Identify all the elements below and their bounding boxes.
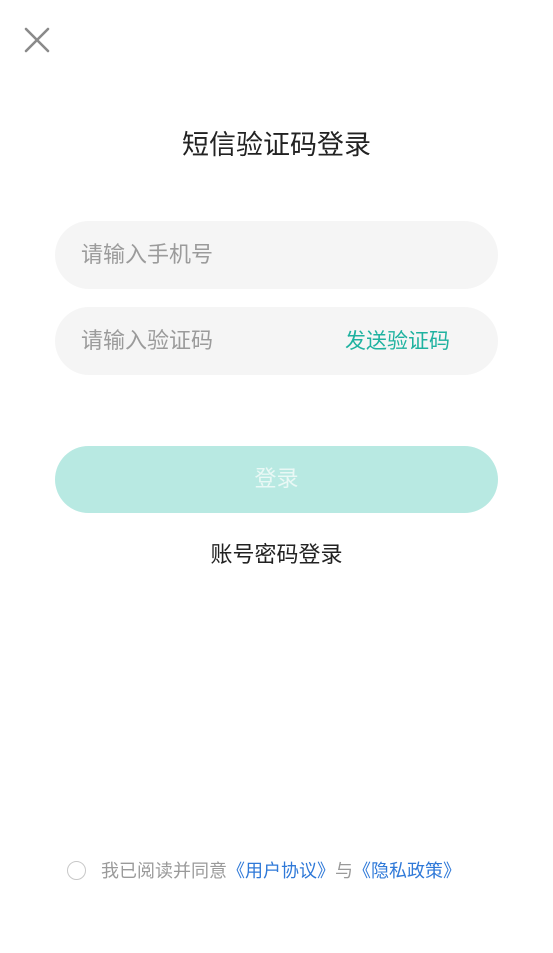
login-button[interactable]: 登录	[55, 446, 498, 513]
page-title: 短信验证码登录	[182, 130, 371, 161]
user-agreement-link[interactable]: 《用户协议》	[227, 857, 335, 883]
verification-code-input[interactable]	[81, 307, 321, 375]
code-field-container: 发送验证码	[55, 307, 498, 375]
password-login-link[interactable]: 账号密码登录	[210, 543, 342, 568]
send-code-button[interactable]: 发送验证码	[345, 307, 450, 375]
privacy-policy-link[interactable]: 《隐私政策》	[353, 857, 461, 883]
agreement-checkbox[interactable]	[67, 860, 86, 880]
agreement-row: 我已阅读并同意 《用户协议》 与 《隐私政策》	[67, 856, 461, 884]
agreement-prefix: 我已阅读并同意	[101, 861, 227, 882]
close-icon	[24, 27, 50, 53]
password-login-row: 账号密码登录	[0, 538, 553, 574]
phone-field-container	[55, 221, 498, 289]
close-button[interactable]	[22, 25, 52, 55]
phone-input[interactable]	[81, 221, 471, 289]
agreement-connector: 与	[335, 861, 353, 882]
